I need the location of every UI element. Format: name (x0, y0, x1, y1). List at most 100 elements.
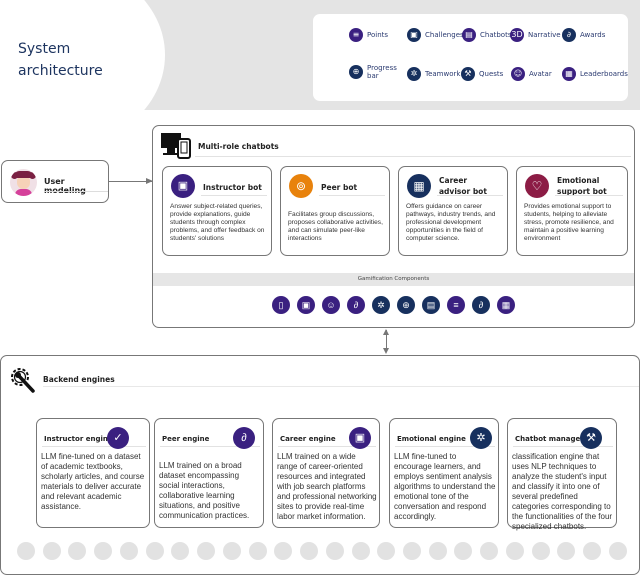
multi-role-chatbots-panel: Multi-role chatbots ▣ Instructor bot Ans… (152, 125, 635, 328)
robot-icon: ▣ (349, 427, 371, 449)
career-advisor-bot-icon: ▦ (407, 174, 431, 198)
narrative-icon: 3D (510, 28, 524, 42)
decorative-dot (119, 542, 138, 560)
code-window-icon: ▤ (422, 296, 440, 314)
divider (43, 386, 639, 387)
legend-item-quests: ⚒ Quests (461, 67, 503, 81)
user-modeling-box: User modeling (1, 160, 109, 203)
legend-item-narrative: 3D Narrative (510, 28, 561, 42)
decorative-dot (531, 542, 550, 560)
points-icon: ≡ (447, 296, 465, 314)
leaderboards-icon: ▦ (497, 296, 515, 314)
legend-item-awards: ∂ Awards (562, 28, 605, 42)
legend-item-challenges: ▣ Challenges (407, 28, 464, 42)
instructor-bot-card: ▣ Instructor bot Answer subject-related … (162, 166, 272, 256)
engine-title: Emotional engine (397, 435, 466, 443)
engine-title: Chatbot manager (515, 435, 584, 443)
instructor-engine-card: Instructor engine ✓ LLM fine-tuned on a … (36, 418, 150, 528)
points-icon: ≡ (349, 28, 363, 42)
divider (44, 191, 108, 192)
legend-label: Quests (479, 70, 504, 78)
decorative-dot (300, 542, 319, 560)
legend-label: Avatar (529, 70, 552, 78)
decorative-dot (428, 542, 447, 560)
chatbot-manager-card: Chatbot manager ⚒ classification engine … (507, 418, 617, 531)
instructor-bot-icon: ▣ (171, 174, 195, 198)
emotional-support-bot-card: ♡ Emotional support bot Provides emotion… (516, 166, 628, 256)
quests-icon: ⚒ (461, 67, 475, 81)
engine-title: Career engine (280, 435, 336, 443)
engine-description: classification engine that uses NLP tech… (512, 452, 613, 531)
peer-bot-icon: ⊚ (289, 174, 313, 198)
decorative-dot (248, 542, 267, 560)
phone-icon: ▯ (272, 296, 290, 314)
legend-label: Awards (580, 31, 606, 39)
bot-title: Peer bot (321, 183, 358, 192)
backend-title: Backend engines (43, 375, 115, 384)
decorative-dot (222, 542, 241, 560)
engine-description: LLM fine-tuned on a dataset of academic … (41, 452, 145, 511)
bot-description: Answer subject-related queries, provide … (170, 203, 265, 242)
avatar-icon: ☺ (511, 67, 525, 81)
tools-icon: ∂ (233, 427, 255, 449)
engine-description: LLM fine-tuned to encourage learners, an… (394, 452, 496, 521)
decorative-dot (557, 542, 576, 560)
decorative-dot (325, 542, 344, 560)
divider (195, 156, 631, 157)
gamification-components-row: ▯ ▣ ☺ ∂ ✲ ⊕ ▤ ≡ ∂ ▦ (153, 296, 634, 316)
decorative-dot (351, 542, 370, 560)
decorative-dot (583, 542, 602, 560)
career-engine-card: Career engine ▣ LLM trained on a wide ra… (272, 418, 380, 528)
title-line-1: System (18, 41, 71, 57)
awards-icon: ∂ (472, 296, 490, 314)
progress-bar-icon: ⊕ (397, 296, 415, 314)
arrow-head (383, 348, 389, 354)
gamification-legend-panel: ≡ Points ▣ Challenges ▤ Chatbots 3D Narr… (313, 14, 628, 101)
arrow-head (383, 329, 389, 335)
bot-title: Instructor bot (203, 183, 262, 192)
shield-check-icon: ✓ (107, 427, 129, 449)
career-advisor-bot-card: ▦ Career advisor bot Offers guidance on … (398, 166, 508, 256)
user-modeling-label: User modeling (44, 177, 86, 195)
decorative-dot (197, 542, 216, 560)
bot-description: Facilitates group discussions, proposes … (288, 211, 383, 242)
decorative-dot (42, 542, 61, 560)
legend-label: Leaderboards (580, 70, 628, 78)
avatar-icon: ☺ (322, 296, 340, 314)
legend-item-leaderboards: ▦ Leaderboards (562, 67, 628, 81)
decorative-dot (68, 542, 87, 560)
decorative-dot (145, 542, 164, 560)
legend-label: Narrative (528, 31, 561, 39)
legend-item-chatbots: ▤ Chatbots (462, 28, 511, 42)
teamwork-icon: ✲ (407, 67, 421, 81)
devices-icon (161, 133, 191, 159)
emotional-support-bot-icon: ♡ (525, 174, 549, 198)
legend-item-teamwork: ✲ Teamwork (407, 67, 460, 81)
legend-label: Chatbots (480, 31, 512, 39)
decorative-dot (17, 542, 35, 560)
bot-title: Emotional support bot (557, 176, 607, 196)
legend-label: Points (367, 31, 389, 39)
engine-title: Instructor engine (44, 435, 113, 443)
engine-description: LLM trained on a wide range of career-or… (277, 452, 377, 521)
legend-item-avatar: ☺ Avatar (511, 67, 552, 81)
engine-description: LLM trained on a broad dataset encompass… (159, 461, 250, 520)
decorative-dot (274, 542, 293, 560)
legend-item-points: ≡ Points (349, 28, 388, 42)
gamification-components-label: Gamification Components (153, 273, 634, 286)
leaderboards-icon: ▦ (562, 67, 576, 81)
slides-icon: ▣ (297, 296, 315, 314)
peer-engine-card: Peer engine ∂ LLM trained on a broad dat… (154, 418, 264, 528)
user-avatar-icon (10, 169, 37, 196)
decorative-dot (505, 542, 524, 560)
backend-engines-panel: Backend engines Instructor engine ✓ LLM … (0, 355, 640, 575)
legend-label: Progress bar (367, 64, 397, 80)
legend-label: Challenges (425, 31, 464, 39)
challenges-icon: ▣ (407, 28, 421, 42)
bot-description: Offers guidance on career pathways, indu… (406, 203, 496, 242)
title-line-2: architecture (18, 63, 103, 79)
legend-item-progress-bar: ⊕ Progress bar (349, 64, 399, 80)
engine-title: Peer engine (162, 435, 210, 443)
page-title: System architecture (18, 38, 103, 82)
emotional-engine-card: Emotional engine ✲ LLM fine-tuned to enc… (389, 418, 499, 528)
